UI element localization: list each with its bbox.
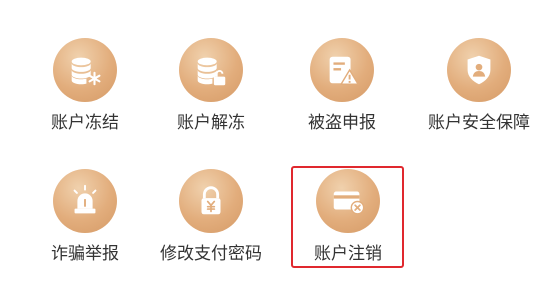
menu-item-label: 账户解冻: [177, 113, 245, 133]
report-warning-icon: [310, 38, 374, 102]
menu-item-account-security[interactable]: 账户安全保障: [424, 38, 534, 148]
menu-item-label: 账户安全保障: [428, 113, 530, 133]
menu-item-label: 被盗申报: [308, 113, 376, 133]
shield-user-icon: [447, 38, 511, 102]
menu-item-theft-report[interactable]: 被盗申报: [287, 38, 397, 148]
menu-item-label: 诈骗举报: [51, 244, 119, 264]
menu-item-label: 账户冻结: [51, 113, 119, 133]
menu-item-account-freeze[interactable]: 账户冻结: [30, 38, 140, 148]
padlock-yen-icon: [179, 169, 243, 233]
alarm-siren-icon: [53, 169, 117, 233]
database-lock-icon: [53, 38, 117, 102]
menu-item-account-unfreeze[interactable]: 账户解冻: [156, 38, 266, 148]
menu-item-label: 修改支付密码: [160, 244, 262, 264]
menu-item-fraud-report[interactable]: 诈骗举报: [30, 169, 140, 279]
menu-item-change-payment-password[interactable]: 修改支付密码: [156, 169, 266, 279]
database-unlock-icon: [179, 38, 243, 102]
selection-highlight-box: [291, 166, 404, 268]
